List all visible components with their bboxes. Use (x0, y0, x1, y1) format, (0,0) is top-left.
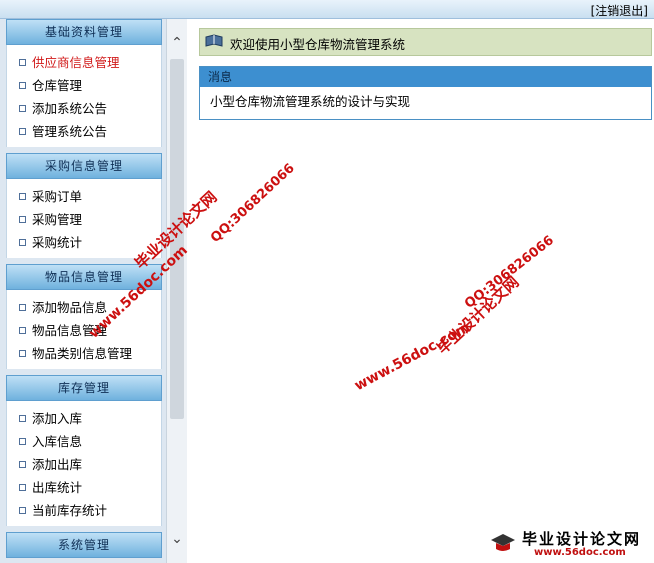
bullet-icon (19, 304, 26, 311)
bullet-icon (19, 239, 26, 246)
chevron-down-icon[interactable]: ⌄ (167, 529, 187, 549)
menu-item-current-stock[interactable]: 当前库存统计 (7, 499, 161, 522)
chevron-up-icon[interactable]: ⌃ (167, 33, 187, 53)
menu-item-label: 入库信息 (32, 434, 83, 449)
menu-item-label: 采购订单 (32, 189, 83, 204)
welcome-bar: 欢迎使用小型仓库物流管理系统 (199, 28, 652, 56)
menu-group-header-system[interactable]: 系统管理 (6, 532, 162, 558)
graduation-cap-icon (491, 534, 515, 551)
menu-group-body: 采购订单 采购管理 采购统计 (6, 179, 162, 258)
menu-item-label: 添加系统公告 (32, 101, 108, 116)
menu-group-body: 添加入库 入库信息 添加出库 出库统计 当前库存统计 (6, 401, 162, 526)
message-header: 消息 (200, 67, 651, 87)
brand-logo: 毕业设计论文网 www.56doc.com (490, 528, 650, 562)
menu-item-outbound-stats[interactable]: 出库统计 (7, 476, 161, 499)
bullet-icon (19, 193, 26, 200)
menu-item-label: 添加物品信息 (32, 300, 108, 315)
menu-item-supplier-info[interactable]: 供应商信息管理 (7, 51, 161, 74)
menu-item-purchase-order[interactable]: 采购订单 (7, 185, 161, 208)
welcome-text: 欢迎使用小型仓库物流管理系统 (230, 37, 406, 52)
menu-group-body: 供应商信息管理 仓库管理 添加系统公告 管理系统公告 (6, 45, 162, 147)
menu-group-purchase: 采购信息管理 采购订单 采购管理 采购统计 (6, 153, 162, 258)
watermark-site-name: 毕业设计论文网 (433, 272, 523, 358)
sidebar-scrollbar[interactable]: ⌃ ⌄ (166, 19, 187, 563)
menu-item-goods-category[interactable]: 物品类别信息管理 (7, 342, 161, 365)
message-body: 小型仓库物流管理系统的设计与实现 (200, 87, 651, 117)
bullet-icon (19, 350, 26, 357)
menu-group-header-basic-data[interactable]: 基础资料管理 (6, 19, 162, 45)
bullet-icon (19, 461, 26, 468)
menu-item-manage-announcement[interactable]: 管理系统公告 (7, 120, 161, 143)
menu-item-label: 添加出库 (32, 457, 83, 472)
bullet-icon (19, 216, 26, 223)
menu-item-warehouse[interactable]: 仓库管理 (7, 74, 161, 97)
menu-group-system: 系统管理 (6, 532, 162, 558)
message-panel: 消息 小型仓库物流管理系统的设计与实现 (199, 66, 652, 120)
menu-item-add-outbound[interactable]: 添加出库 (7, 453, 161, 476)
logout-link[interactable]: [注销退出] (591, 2, 648, 19)
bullet-icon (19, 507, 26, 514)
menu-group-basic-data: 基础资料管理 供应商信息管理 仓库管理 添加系统公告 管理系统公告 (6, 19, 162, 147)
bullet-icon (19, 327, 26, 334)
bullet-icon (19, 82, 26, 89)
menu-item-label: 供应商信息管理 (32, 55, 120, 70)
menu-group-inventory: 库存管理 添加入库 入库信息 添加出库 出库统计 当前库存统计 (6, 375, 162, 526)
brand-name: 毕业设计论文网 (522, 530, 642, 548)
menu-item-label: 采购统计 (32, 235, 83, 250)
menu-item-label: 采购管理 (32, 212, 83, 227)
menu-group-header-inventory[interactable]: 库存管理 (6, 375, 162, 401)
menu-item-inbound-info[interactable]: 入库信息 (7, 430, 161, 453)
menu-item-add-inbound[interactable]: 添加入库 (7, 407, 161, 430)
menu-item-label: 物品类别信息管理 (32, 346, 133, 361)
bullet-icon (19, 59, 26, 66)
menu-item-label: 当前库存统计 (32, 503, 108, 518)
menu-item-add-announcement[interactable]: 添加系统公告 (7, 97, 161, 120)
book-icon (205, 34, 223, 47)
menu-item-label: 管理系统公告 (32, 124, 108, 139)
menu-item-goods-manage[interactable]: 物品信息管理 (7, 319, 161, 342)
menu-item-purchase-manage[interactable]: 采购管理 (7, 208, 161, 231)
bullet-icon (19, 105, 26, 112)
menu-group-header-purchase[interactable]: 采购信息管理 (6, 153, 162, 179)
bullet-icon (19, 438, 26, 445)
bullet-icon (19, 128, 26, 135)
top-bar: [注销退出] (0, 0, 654, 19)
menu-item-label: 仓库管理 (32, 78, 83, 93)
bullet-icon (19, 484, 26, 491)
menu-item-label: 出库统计 (32, 480, 83, 495)
bullet-icon (19, 415, 26, 422)
menu-item-label: 添加入库 (32, 411, 83, 426)
brand-url: www.56doc.com (534, 547, 626, 558)
watermark-qq: QQ:306826066 (208, 160, 298, 246)
